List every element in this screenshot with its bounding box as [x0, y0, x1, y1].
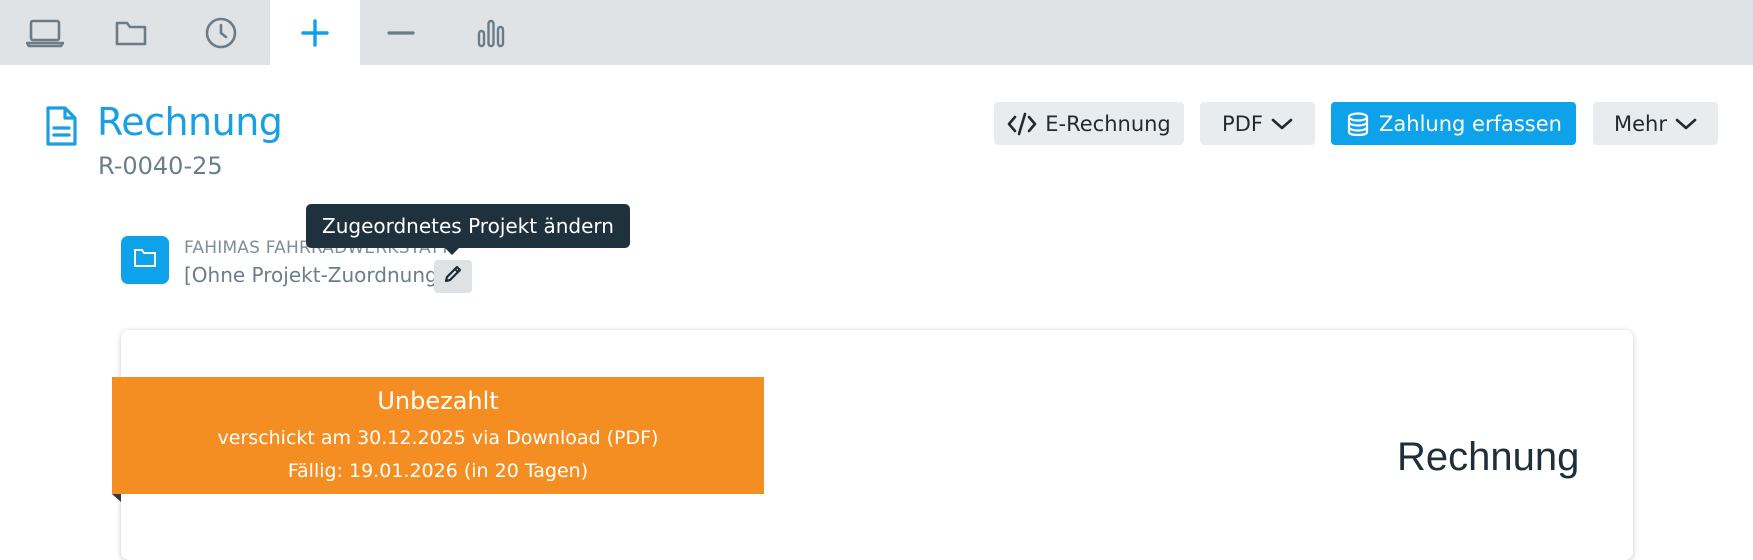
status-sent-info: verschickt am 30.12.2025 via Download (P… — [217, 427, 659, 449]
more-dropdown-button[interactable]: Mehr — [1593, 102, 1718, 145]
invoice-number: R-0040-25 — [98, 152, 223, 180]
tab-devices[interactable] — [0, 0, 90, 65]
tab-time[interactable] — [176, 0, 266, 65]
document-heading: Rechnung — [1397, 435, 1580, 479]
record-payment-button[interactable]: Zahlung erfassen — [1331, 102, 1576, 145]
chevron-down-icon — [1271, 117, 1293, 131]
edit-project-button[interactable] — [434, 260, 472, 293]
tab-expenses[interactable] — [356, 0, 446, 65]
more-label: Mehr — [1614, 111, 1667, 136]
pdf-label: PDF — [1222, 111, 1263, 136]
status-title: Unbezahlt — [377, 387, 499, 415]
clock-icon — [204, 16, 238, 50]
module-tab-bar — [0, 0, 1753, 65]
folder-icon — [133, 247, 157, 274]
pdf-dropdown-button[interactable]: PDF — [1200, 102, 1315, 145]
folder-icon — [114, 18, 148, 48]
tab-folders[interactable] — [86, 0, 176, 65]
tab-reports[interactable] — [446, 0, 536, 65]
coins-icon — [1345, 111, 1371, 137]
record-payment-label: Zahlung erfassen — [1379, 111, 1562, 136]
page-title: Rechnung — [97, 100, 283, 144]
e-invoice-button[interactable]: E-Rechnung — [994, 102, 1184, 145]
tooltip: Zugeordnetes Projekt ändern — [306, 204, 630, 248]
project-assignment: [Ohne Projekt-Zuordnung] — [184, 263, 446, 287]
tab-income[interactable] — [270, 0, 360, 65]
bar-chart-icon — [475, 17, 507, 49]
plus-icon — [300, 18, 330, 48]
e-invoice-label: E-Rechnung — [1045, 111, 1171, 136]
laptop-icon — [26, 18, 64, 48]
chevron-down-icon — [1675, 117, 1697, 131]
project-folder-badge — [121, 236, 169, 284]
invoice-document-icon — [44, 106, 78, 151]
status-banner-fold — [112, 494, 121, 502]
tooltip-arrow — [444, 247, 460, 255]
status-banner: Unbezahlt verschickt am 30.12.2025 via D… — [112, 377, 764, 494]
minus-icon — [386, 18, 416, 48]
status-due-info: Fällig: 19.01.2026 (in 20 Tagen) — [287, 460, 589, 482]
pencil-icon — [443, 264, 463, 289]
code-icon — [1007, 112, 1037, 136]
